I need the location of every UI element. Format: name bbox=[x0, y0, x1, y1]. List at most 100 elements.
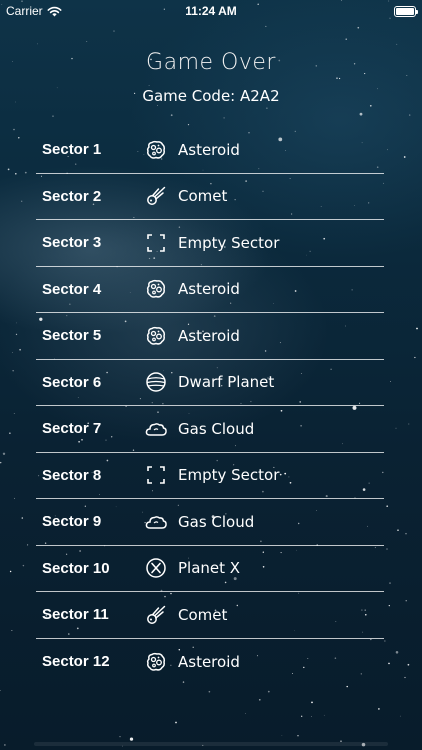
sector-row: Sector 9 Gas Cloud bbox=[36, 499, 384, 546]
star bbox=[336, 77, 338, 79]
sector-row: Sector 5 Asteroid bbox=[36, 313, 384, 360]
asteroid-icon bbox=[144, 138, 168, 162]
sector-list: Sector 1 Asteroid Sector 2 Comet Sector 3 Emp… bbox=[36, 127, 384, 685]
star bbox=[9, 432, 11, 434]
star bbox=[175, 721, 177, 724]
sector-object-label: Empty Sector bbox=[178, 466, 280, 485]
star bbox=[297, 734, 299, 737]
sector-row: Sector 2 Comet bbox=[36, 174, 384, 220]
sector-row: Sector 3 Empty Sector bbox=[36, 220, 384, 267]
status-time: 11:24 AM bbox=[185, 4, 237, 18]
star bbox=[281, 735, 283, 736]
star bbox=[13, 413, 15, 415]
star bbox=[9, 570, 12, 573]
star bbox=[346, 685, 348, 688]
star bbox=[113, 30, 115, 32]
sector-label: Sector 7 bbox=[42, 420, 102, 438]
game-code-label: Game Code: A2A2 bbox=[142, 87, 280, 105]
sector-object-label: Asteroid bbox=[178, 652, 240, 671]
star bbox=[301, 715, 303, 717]
sector-object-label: Asteroid bbox=[178, 280, 240, 299]
star bbox=[21, 517, 24, 519]
sector-label: Sector 3 bbox=[42, 234, 102, 252]
star bbox=[416, 327, 418, 330]
star bbox=[414, 356, 416, 359]
star bbox=[170, 114, 173, 117]
star bbox=[311, 715, 312, 717]
star bbox=[369, 104, 372, 107]
star bbox=[311, 701, 313, 704]
sector-object-label: Comet bbox=[178, 605, 228, 624]
star bbox=[405, 532, 407, 535]
star bbox=[12, 370, 14, 372]
star bbox=[37, 43, 38, 45]
star bbox=[266, 107, 268, 109]
star bbox=[258, 698, 261, 701]
star bbox=[16, 322, 17, 324]
star bbox=[22, 564, 25, 567]
sector-object-label: Asteroid bbox=[178, 326, 240, 345]
star bbox=[409, 114, 411, 116]
star bbox=[404, 676, 406, 679]
star bbox=[399, 715, 401, 717]
sector-label: Sector 11 bbox=[42, 606, 109, 624]
sector-object-label: Asteroid bbox=[178, 140, 240, 159]
star bbox=[267, 690, 270, 693]
sector-label: Sector 10 bbox=[42, 559, 110, 577]
star bbox=[119, 736, 121, 738]
sector-object-label: Empty Sector bbox=[178, 233, 280, 252]
empty-sector-icon bbox=[144, 463, 168, 487]
star bbox=[19, 348, 21, 351]
status-bar: Carrier 11:24 AM bbox=[0, 0, 422, 22]
gas-cloud-icon bbox=[144, 510, 168, 534]
asteroid-icon bbox=[144, 650, 168, 674]
sector-row: Sector 6 Dwarf Planet bbox=[36, 360, 384, 406]
star bbox=[388, 662, 390, 665]
sector-row: Sector 8 Empty Sector bbox=[36, 453, 384, 499]
star bbox=[0, 461, 2, 464]
star bbox=[265, 25, 267, 27]
sector-object-label: Comet bbox=[178, 187, 228, 206]
gas-cloud-icon bbox=[144, 417, 168, 441]
star bbox=[52, 115, 54, 117]
star bbox=[223, 117, 225, 119]
sector-label: Sector 12 bbox=[42, 653, 110, 671]
star bbox=[384, 640, 386, 642]
star bbox=[387, 149, 388, 151]
sector-row: Sector 1 Asteroid bbox=[36, 127, 384, 174]
star bbox=[396, 43, 398, 45]
star bbox=[357, 26, 360, 29]
sector-row: Sector 10 Planet X bbox=[36, 546, 384, 592]
asteroid-icon bbox=[144, 277, 168, 301]
sector-object-label: Dwarf Planet bbox=[178, 373, 275, 392]
comet-icon bbox=[144, 603, 168, 627]
star bbox=[395, 427, 397, 429]
sector-object-label: Gas Cloud bbox=[178, 512, 255, 531]
comet-icon bbox=[144, 184, 168, 208]
star bbox=[15, 333, 18, 336]
star bbox=[323, 714, 325, 716]
sector-row: Sector 7 Gas Cloud bbox=[36, 406, 384, 453]
star bbox=[18, 137, 20, 139]
sector-row: Sector 4 Asteroid bbox=[36, 267, 384, 313]
star bbox=[395, 651, 399, 654]
star bbox=[2, 452, 6, 455]
sector-row: Sector 11 Comet bbox=[36, 592, 384, 639]
star bbox=[405, 600, 407, 602]
sector-object-label: Planet X bbox=[178, 559, 241, 578]
star bbox=[13, 128, 15, 131]
star bbox=[339, 77, 341, 80]
star bbox=[378, 708, 380, 710]
dwarf-planet-icon bbox=[144, 370, 168, 394]
sector-label: Sector 5 bbox=[42, 327, 102, 345]
star bbox=[390, 381, 392, 382]
star bbox=[7, 168, 10, 171]
star bbox=[21, 200, 23, 202]
page-title: Game Over bbox=[146, 50, 276, 75]
star bbox=[86, 41, 88, 43]
star bbox=[11, 630, 13, 631]
star bbox=[386, 548, 388, 550]
asteroid-icon bbox=[144, 324, 168, 348]
sector-label: Sector 4 bbox=[42, 280, 102, 298]
sector-label: Sector 9 bbox=[42, 513, 102, 531]
